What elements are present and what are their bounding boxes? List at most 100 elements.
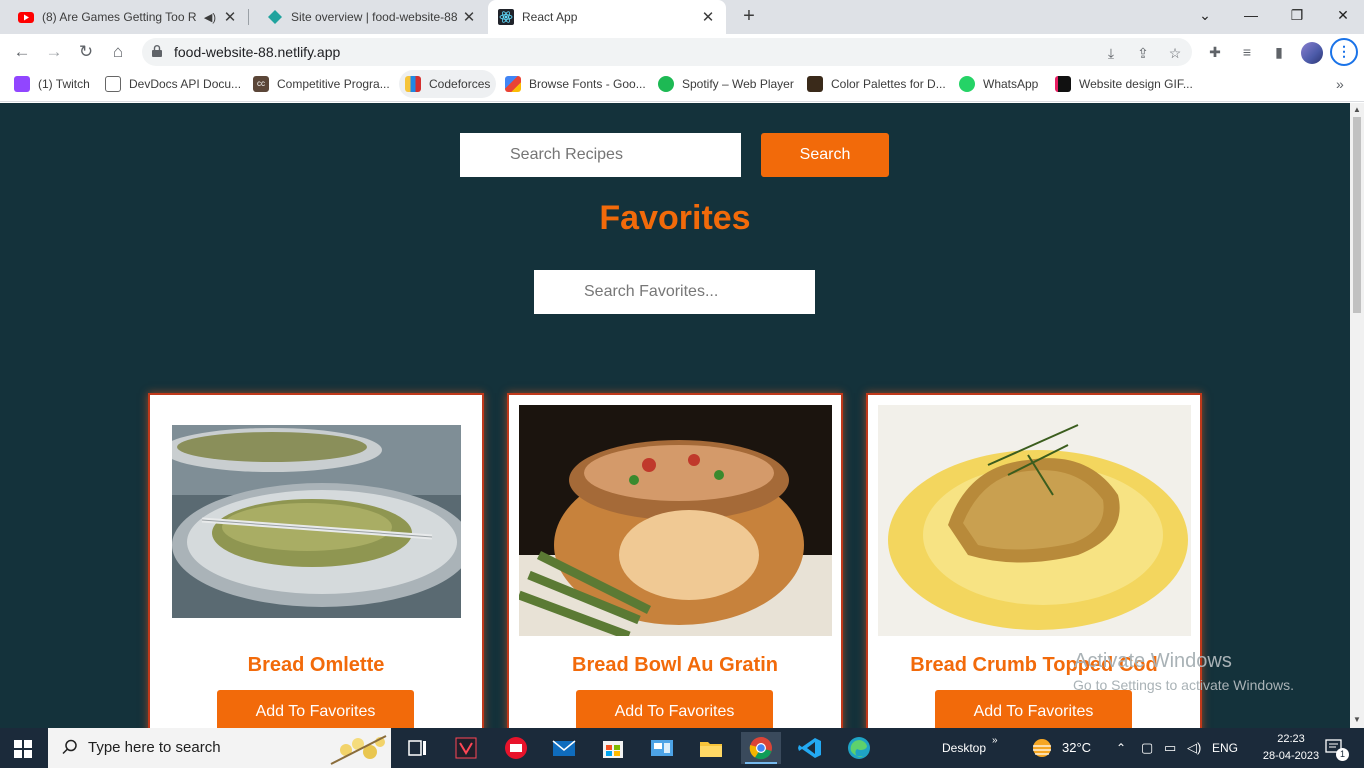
share-icon[interactable]: ⇪ bbox=[1134, 44, 1152, 62]
network-icon[interactable]: ▭ bbox=[1164, 728, 1176, 768]
task-view-icon[interactable] bbox=[397, 732, 437, 764]
control-panel-icon[interactable] bbox=[642, 732, 682, 764]
close-icon[interactable]: ✕ bbox=[700, 8, 716, 26]
speaker-icon[interactable]: ◀) bbox=[204, 11, 216, 24]
gif-icon bbox=[1055, 76, 1071, 92]
chrome-icon[interactable] bbox=[741, 732, 781, 764]
bookmark-codeforces[interactable]: Codeforces bbox=[399, 70, 497, 98]
clock-time: 22:23 bbox=[1277, 733, 1305, 745]
recipe-search-input[interactable] bbox=[460, 133, 741, 177]
new-tab-button[interactable]: + bbox=[738, 5, 760, 27]
bookmark-label: (1) Twitch bbox=[38, 77, 90, 91]
bookmark-whatsapp[interactable]: WhatsApp bbox=[959, 70, 1038, 98]
side-panel-icon[interactable]: ▮ bbox=[1270, 43, 1288, 61]
edge-icon[interactable] bbox=[839, 732, 879, 764]
game-launcher-icon[interactable] bbox=[496, 732, 536, 764]
bookmark-label: Browse Fonts - Goo... bbox=[529, 77, 646, 91]
clock-date: 28-04-2023 bbox=[1262, 750, 1320, 762]
bookmarks-bar: (1) Twitch DevDocs API Docu... cc Compet… bbox=[0, 70, 1364, 102]
close-icon[interactable]: ✕ bbox=[222, 8, 238, 26]
browser-toolbar: ← → ↻ ⌂ food-website-88.netlify.app ⤓ ⇪ … bbox=[0, 34, 1364, 70]
lock-icon bbox=[152, 45, 162, 57]
home-icon[interactable]: ⌂ bbox=[106, 40, 130, 64]
bookmark-label: Spotify – Web Player bbox=[682, 77, 794, 91]
scroll-down-icon[interactable]: ▼ bbox=[1353, 715, 1361, 724]
bookmark-label: Website design GIF... bbox=[1079, 77, 1193, 91]
bookmark-label: Color Palettes for D... bbox=[831, 77, 946, 91]
activate-windows-title: Activate Windows bbox=[1074, 650, 1232, 672]
restore-icon[interactable]: ❐ bbox=[1274, 0, 1320, 30]
chrome-menu-icon[interactable]: ⋮ bbox=[1330, 38, 1358, 66]
spotify-icon bbox=[658, 76, 674, 92]
weather-icon[interactable] bbox=[1030, 737, 1054, 759]
profile-avatar[interactable] bbox=[1301, 42, 1323, 64]
add-to-favorites-button[interactable]: Add To Favorites bbox=[935, 690, 1132, 728]
taskbar-search-box[interactable]: Type here to search bbox=[48, 728, 391, 768]
tab-title: (8) Are Games Getting Too R bbox=[42, 10, 197, 24]
cc-icon: cc bbox=[253, 76, 269, 92]
chevron-more-icon[interactable]: » bbox=[992, 728, 998, 754]
color-palette-icon bbox=[807, 76, 823, 92]
install-icon[interactable]: ⤓ bbox=[1102, 44, 1120, 62]
valorant-icon[interactable] bbox=[446, 732, 486, 764]
reload-icon[interactable]: ↻ bbox=[74, 40, 98, 64]
tab-youtube[interactable]: (8) Are Games Getting Too R ◀) ✕ bbox=[0, 0, 248, 34]
tab-netlify[interactable]: Site overview | food-website-88 ✕ bbox=[249, 0, 487, 34]
tab-title: React App bbox=[522, 10, 578, 24]
activate-windows-subtitle: Go to Settings to activate Windows. bbox=[1073, 677, 1294, 693]
notification-badge: 1 bbox=[1336, 748, 1349, 761]
scrollbar-thumb[interactable] bbox=[1353, 117, 1361, 313]
scroll-up-icon[interactable]: ▲ bbox=[1353, 105, 1361, 114]
system-clock[interactable]: 22:23 28-04-2023 bbox=[1262, 731, 1320, 765]
chevron-up-icon[interactable]: ⌃ bbox=[1116, 728, 1126, 768]
youtube-icon bbox=[18, 9, 34, 25]
bookmark-star-icon[interactable]: ☆ bbox=[1166, 44, 1184, 62]
media-control-icon[interactable]: ≡ bbox=[1238, 43, 1256, 61]
food-app-page: Search Favorites Search Favorites... bbox=[0, 103, 1350, 728]
desktop-toolbar-label[interactable]: Desktop bbox=[942, 728, 986, 768]
whatsapp-icon bbox=[959, 76, 975, 92]
volume-icon[interactable]: ◁) bbox=[1187, 728, 1201, 768]
extensions-icon[interactable]: ✚ bbox=[1206, 43, 1224, 61]
mail-icon[interactable] bbox=[544, 732, 584, 764]
tab-strip: (8) Are Games Getting Too R ◀) ✕ Site ov… bbox=[0, 0, 1364, 34]
windows-taskbar: Type here to search Desktop » 32°C ⌃ ▢ ▭… bbox=[0, 728, 1364, 768]
bookmark-label: Competitive Progra... bbox=[277, 77, 390, 91]
bookmark-twitch[interactable]: (1) Twitch bbox=[14, 70, 90, 98]
recipe-card: Bread Bowl Au Gratin Add To Favorites bbox=[507, 393, 843, 728]
search-button[interactable]: Search bbox=[761, 133, 889, 177]
search-highlight-image bbox=[330, 735, 387, 765]
bookmark-spotify[interactable]: Spotify – Web Player bbox=[658, 70, 794, 98]
bookmark-competitive-programming[interactable]: cc Competitive Progra... bbox=[253, 70, 390, 98]
page-scrollbar[interactable]: ▲ ▼ bbox=[1350, 103, 1364, 728]
meet-now-icon[interactable]: ▢ bbox=[1141, 728, 1153, 768]
add-to-favorites-button[interactable]: Add To Favorites bbox=[576, 690, 773, 728]
window-close-icon[interactable]: ✕ bbox=[1320, 0, 1364, 30]
address-bar[interactable]: food-website-88.netlify.app ⤓ ⇪ ☆ bbox=[142, 38, 1192, 66]
favorites-search-input[interactable]: Search Favorites... bbox=[534, 270, 815, 314]
microsoft-store-icon[interactable] bbox=[593, 732, 633, 764]
recipe-image-bread-bowl-au-gratin bbox=[519, 405, 832, 636]
forward-icon[interactable]: → bbox=[42, 40, 66, 64]
bookmark-devdocs[interactable]: DevDocs API Docu... bbox=[105, 70, 241, 98]
vscode-icon[interactable] bbox=[790, 732, 830, 764]
google-fonts-icon bbox=[505, 76, 521, 92]
recipe-name: Bread Omlette bbox=[247, 654, 385, 676]
windows-start-icon[interactable] bbox=[14, 740, 32, 758]
tab-react-app[interactable]: React App ✕ bbox=[488, 0, 726, 34]
file-explorer-icon[interactable] bbox=[691, 732, 731, 764]
weather-temperature[interactable]: 32°C bbox=[1062, 728, 1091, 768]
chevron-more-icon[interactable]: » bbox=[1336, 76, 1344, 92]
minimize-icon[interactable]: — bbox=[1228, 0, 1274, 30]
language-indicator[interactable]: ENG bbox=[1212, 728, 1238, 768]
tab-search-icon[interactable]: ⌄ bbox=[1182, 0, 1228, 30]
recipe-name: Bread Bowl Au Gratin bbox=[572, 654, 778, 676]
bookmark-color-palettes[interactable]: Color Palettes for D... bbox=[807, 70, 946, 98]
back-icon[interactable]: ← bbox=[10, 40, 34, 64]
add-to-favorites-button[interactable]: Add To Favorites bbox=[217, 690, 414, 728]
bookmark-website-design-gif[interactable]: Website design GIF... bbox=[1055, 70, 1193, 98]
close-icon[interactable]: ✕ bbox=[461, 8, 477, 26]
favorites-heading: Favorites bbox=[599, 199, 751, 237]
search-icon bbox=[62, 739, 77, 755]
bookmark-google-fonts[interactable]: Browse Fonts - Goo... bbox=[505, 70, 646, 98]
